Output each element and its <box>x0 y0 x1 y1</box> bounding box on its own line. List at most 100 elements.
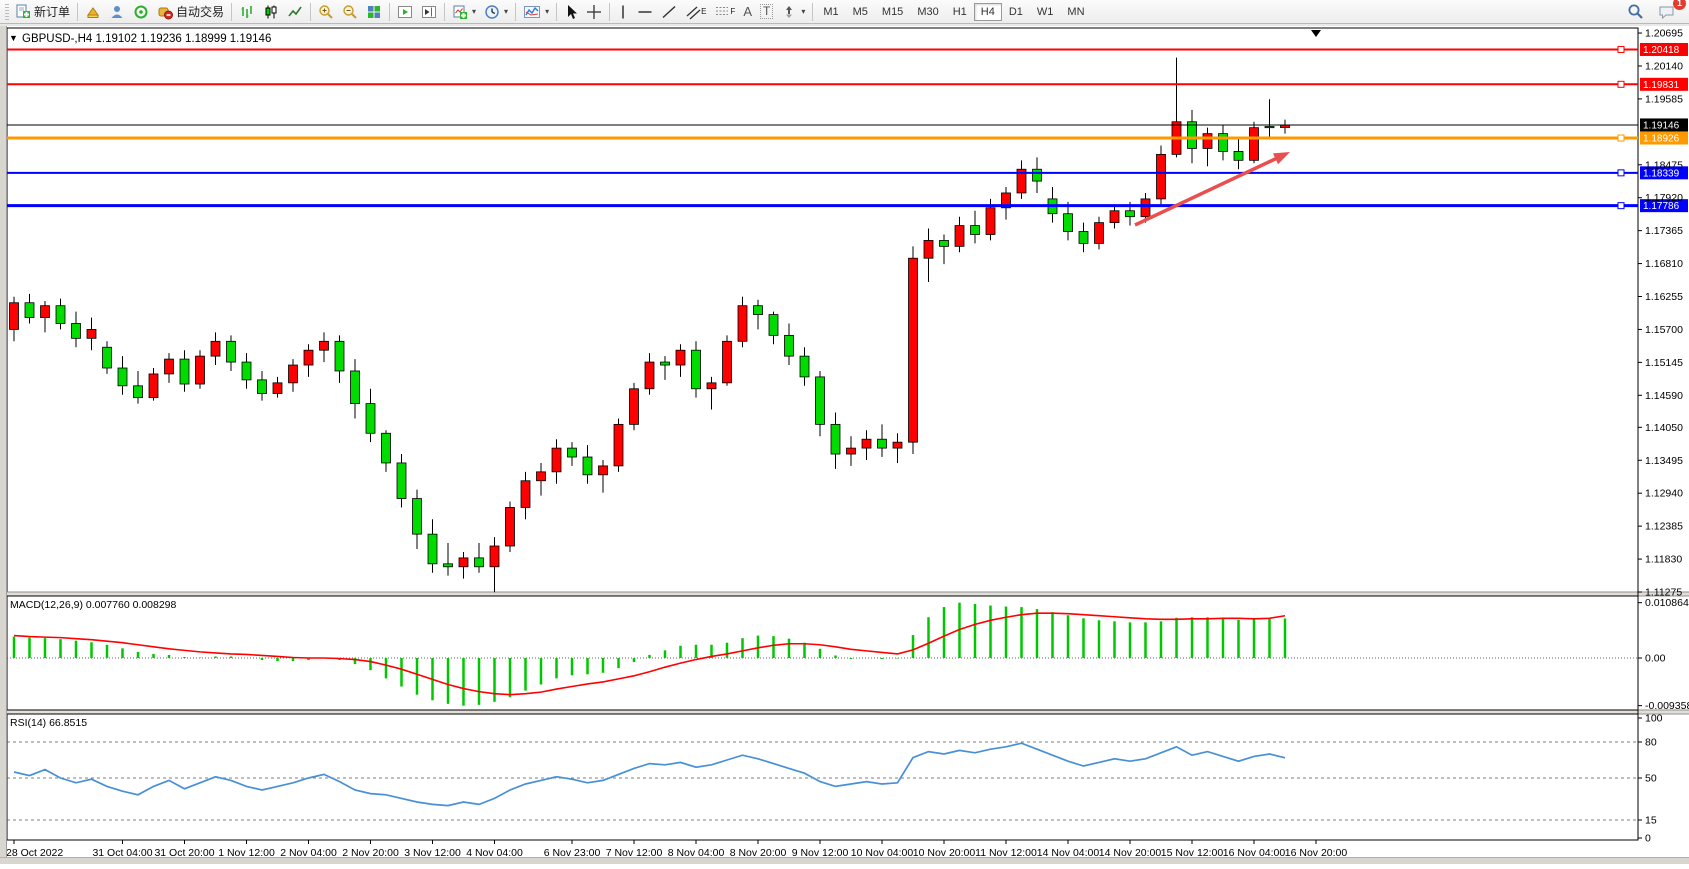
profiles-clock-icon <box>484 4 500 20</box>
zoom-out-button[interactable] <box>338 1 362 23</box>
zoom-out-icon <box>342 4 358 20</box>
navigator-icon <box>133 4 149 20</box>
indicators-button[interactable]: ▾ <box>519 1 553 23</box>
timeframe-m30[interactable]: M30 <box>910 3 945 21</box>
candle-bullish <box>521 481 530 508</box>
data-window-button[interactable] <box>105 1 129 23</box>
candle-bullish <box>165 359 174 374</box>
new-chart-button[interactable]: ▾ <box>448 1 480 23</box>
chart-window: 1.204181.198311.191461.189261.183391.177… <box>0 26 1689 864</box>
candle-bullish <box>304 350 313 365</box>
toolbar-right-group: 1 <box>1623 1 1686 23</box>
candle-bullish <box>630 389 639 425</box>
rsi-tick-label: 0 <box>1645 833 1651 845</box>
candle-bullish <box>1110 211 1119 223</box>
timeframe-d1[interactable]: D1 <box>1002 3 1030 21</box>
timeframe-mn[interactable]: MN <box>1060 3 1091 21</box>
vertical-line-icon <box>617 4 629 20</box>
candle-bullish <box>847 448 856 454</box>
trendline-tool-button[interactable] <box>657 1 681 23</box>
cursor-tool-button[interactable] <box>560 1 582 23</box>
new-order-label: 新订单 <box>34 3 70 20</box>
candle-bearish <box>583 457 592 475</box>
fibonacci-icon <box>714 4 730 20</box>
pane-separator <box>0 710 1689 714</box>
candle-bullish <box>196 356 205 384</box>
navigator-button[interactable] <box>129 1 153 23</box>
search-button[interactable] <box>1623 1 1648 23</box>
timeframe-h4[interactable]: H4 <box>974 3 1002 21</box>
tile-windows-button[interactable] <box>362 1 386 23</box>
candle-bullish <box>1203 134 1212 149</box>
horizontal-line-tool-button[interactable] <box>633 1 657 23</box>
candlestick-chart-button[interactable] <box>259 1 283 23</box>
price-tick-label: 1.15700 <box>1645 324 1683 336</box>
price-chip-label: 1.20418 <box>1643 45 1680 56</box>
price-tick-label: 1.13495 <box>1645 455 1683 467</box>
rsi-tick-label: 50 <box>1645 773 1657 785</box>
fibonacci-suffix: F <box>730 7 735 16</box>
timeframe-m5[interactable]: M5 <box>846 3 875 21</box>
timeframe-m1[interactable]: M1 <box>816 3 845 21</box>
bar-chart-icon <box>239 4 255 20</box>
rsi-pane-frame <box>7 714 1638 840</box>
candle-bearish <box>351 371 360 404</box>
cursor-icon <box>564 4 578 20</box>
pane-separator <box>0 592 1689 596</box>
notifications-button[interactable]: 1 <box>1654 1 1680 23</box>
price-tick-label: 1.16810 <box>1645 258 1683 270</box>
candle-bullish <box>1250 128 1259 161</box>
timeframe-m15[interactable]: M15 <box>875 3 910 21</box>
candle-bullish <box>738 306 747 342</box>
candle-bullish <box>1141 199 1150 217</box>
timeframe-w1[interactable]: W1 <box>1030 3 1061 21</box>
bar-chart-button[interactable] <box>235 1 259 23</box>
line-chart-button[interactable] <box>283 1 307 23</box>
new-chart-icon <box>452 4 468 20</box>
text-tool-button[interactable]: A <box>739 1 756 23</box>
notification-badge: 1 <box>1673 0 1686 10</box>
zoom-in-button[interactable] <box>314 1 338 23</box>
candle-bearish <box>25 303 34 318</box>
chart-canvas[interactable]: 1.204181.198311.191461.189261.183391.177… <box>0 26 1689 864</box>
candle-bearish <box>72 323 81 338</box>
candle-bearish <box>878 439 887 448</box>
candle-bullish <box>676 350 685 365</box>
profiles-button[interactable]: ▾ <box>480 1 512 23</box>
trendline-icon <box>661 4 677 20</box>
auto-trading-button[interactable]: 自动交易 <box>153 1 228 23</box>
candle-bearish <box>1033 169 1042 181</box>
fibonacci-tool-button[interactable]: F <box>710 1 739 23</box>
new-order-button[interactable]: 新订单 <box>11 1 74 23</box>
candle-bearish <box>1064 214 1073 232</box>
text-label-tool-button[interactable]: T <box>756 1 777 23</box>
candlestick-chart-icon <box>263 4 279 20</box>
chart-collapse-toggle[interactable]: ▼ <box>9 33 18 43</box>
candle-bearish <box>1126 211 1135 217</box>
chart-shift-button[interactable] <box>417 1 441 23</box>
market-watch-icon <box>85 4 101 20</box>
candle-bearish <box>335 341 344 371</box>
price-tick-label: 1.20695 <box>1645 28 1683 40</box>
rsi-tick-label: 80 <box>1645 737 1657 749</box>
crosshair-icon <box>586 4 602 20</box>
market-watch-button[interactable] <box>81 1 105 23</box>
vertical-line-tool-button[interactable] <box>613 1 633 23</box>
candle-bearish <box>258 380 267 394</box>
macd-tick-label: 0.010864 <box>1645 597 1689 609</box>
equidistant-channel-tool-button[interactable]: E <box>681 1 710 23</box>
auto-trading-icon <box>157 4 173 20</box>
auto-scroll-button[interactable] <box>393 1 417 23</box>
crosshair-tool-button[interactable] <box>582 1 606 23</box>
candle-bullish <box>537 472 546 481</box>
arrows-tool-button[interactable]: ▾ <box>777 1 809 23</box>
line-handle <box>1618 81 1624 87</box>
candle-bearish <box>242 362 251 380</box>
candle-bearish <box>661 362 670 365</box>
candle-bullish <box>149 374 158 398</box>
chart-title-ohlc: GBPUSD-,H4 1.19102 1.19236 1.18999 1.191… <box>22 33 271 45</box>
candle-bearish <box>382 433 391 463</box>
candle-bearish <box>428 534 437 564</box>
timeframe-h1[interactable]: H1 <box>946 3 974 21</box>
candle-bullish <box>1157 154 1166 199</box>
